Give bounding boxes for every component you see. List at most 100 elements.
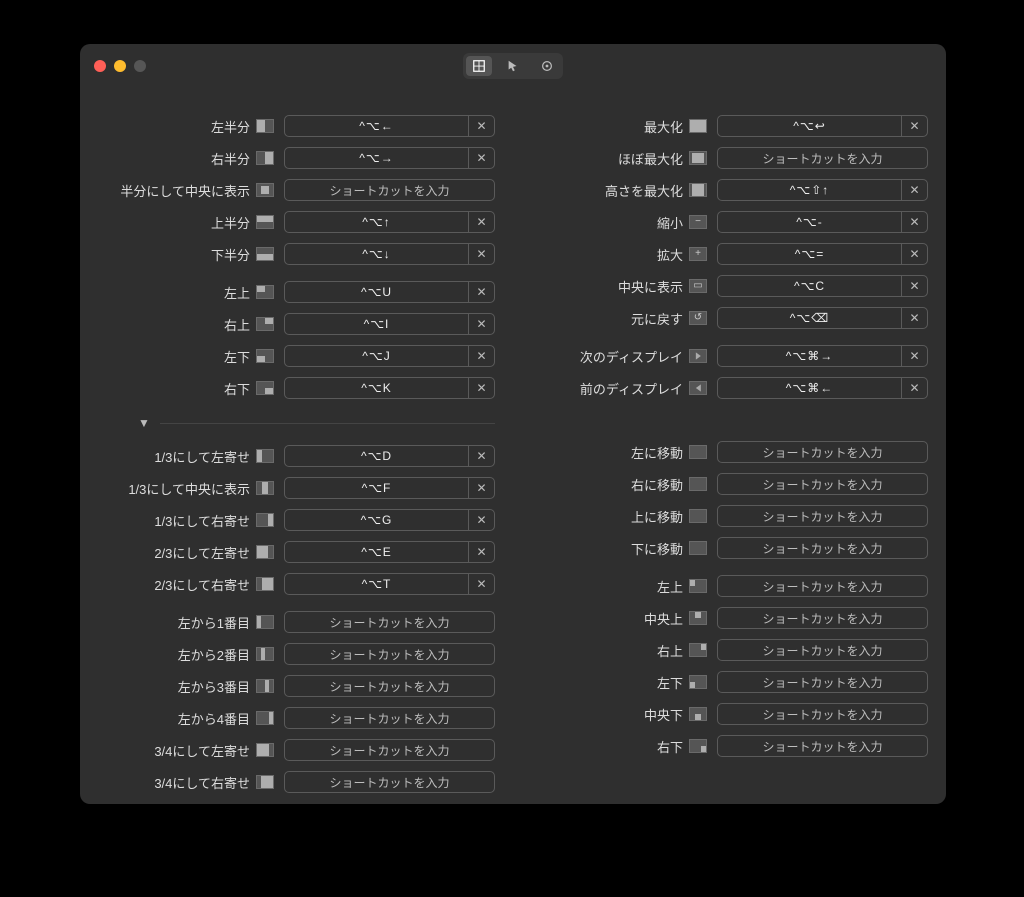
shortcut-recorder[interactable]: ^⌥K✕ <box>284 377 495 399</box>
shortcut-field: ^⌥←✕ <box>284 115 495 137</box>
clear-shortcut-button[interactable]: ✕ <box>468 542 494 562</box>
shortcut-recorder[interactable]: ^⌥D✕ <box>284 445 495 467</box>
clear-shortcut-button[interactable]: ✕ <box>468 478 494 498</box>
clear-shortcut-button[interactable]: ✕ <box>468 314 494 334</box>
shortcut-group: 最大化^⌥↩✕ほぼ最大化ショートカットを入力高さを最大化^⌥⇧↑✕縮小−^⌥-✕… <box>531 114 928 330</box>
clear-shortcut-button[interactable]: ✕ <box>468 148 494 168</box>
row-label-area: 右下 <box>531 737 707 756</box>
shortcut-recorder[interactable]: ショートカットを入力 <box>717 473 928 495</box>
clear-shortcut-button[interactable]: ✕ <box>901 180 927 200</box>
shortcut-recorder[interactable]: ショートカットを入力 <box>717 147 928 169</box>
shortcut-recorder[interactable]: ^⌥↑✕ <box>284 211 495 233</box>
shortcut-row: 高さを最大化^⌥⇧↑✕ <box>531 178 928 202</box>
shortcut-field: ショートカットを入力 <box>284 675 495 697</box>
shortcut-recorder[interactable]: ショートカットを入力 <box>284 771 495 793</box>
shortcut-row: 縮小−^⌥-✕ <box>531 210 928 234</box>
clear-shortcut-button[interactable]: ✕ <box>901 378 927 398</box>
shortcut-field: ショートカットを入力 <box>717 607 928 629</box>
shortcut-recorder[interactable]: ^⌥E✕ <box>284 541 495 563</box>
clear-shortcut-button[interactable]: ✕ <box>468 510 494 530</box>
tab-snapping[interactable] <box>500 56 526 76</box>
zoom-window-button[interactable] <box>134 60 146 72</box>
shortcut-field: ショートカットを入力 <box>717 441 928 463</box>
row-label-area: 中央に表示▭ <box>531 277 707 296</box>
shortcut-recorder[interactable]: ^⌥⌘←✕ <box>717 377 928 399</box>
shortcut-recorder[interactable]: ^⌥U✕ <box>284 281 495 303</box>
shortcut-recorder[interactable]: ショートカットを入力 <box>717 639 928 661</box>
shortcut-recorder[interactable]: ^⌥⇧↑✕ <box>717 179 928 201</box>
shortcut-recorder[interactable]: ショートカットを入力 <box>284 179 495 201</box>
gear-icon <box>540 59 554 73</box>
clear-shortcut-button[interactable]: ✕ <box>468 378 494 398</box>
shortcut-value: ^⌥- <box>718 215 901 229</box>
clear-shortcut-button[interactable]: ✕ <box>901 116 927 136</box>
shortcut-recorder[interactable]: ショートカットを入力 <box>717 735 928 757</box>
g-undo-icon: ↺ <box>689 311 707 325</box>
shortcut-field: ショートカットを入力 <box>717 671 928 693</box>
tab-settings[interactable] <box>534 56 560 76</box>
shortcut-recorder[interactable]: ショートカットを入力 <box>284 643 495 665</box>
shortcut-recorder[interactable]: ^⌥⌫✕ <box>717 307 928 329</box>
shortcut-recorder[interactable]: ショートカットを入力 <box>717 575 928 597</box>
clear-shortcut-button[interactable]: ✕ <box>468 116 494 136</box>
shortcut-recorder[interactable]: ^⌥←✕ <box>284 115 495 137</box>
shortcut-recorder[interactable]: ショートカットを入力 <box>717 671 928 693</box>
shortcut-recorder[interactable]: ^⌥C✕ <box>717 275 928 297</box>
shortcut-recorder[interactable]: ^⌥→✕ <box>284 147 495 169</box>
disclosure-triangle-icon[interactable]: ▼ <box>98 416 150 430</box>
shortcut-recorder[interactable]: ショートカットを入力 <box>284 707 495 729</box>
content-area: 左半分^⌥←✕右半分^⌥→✕半分にして中央に表示ショートカットを入力上半分^⌥↑… <box>80 88 946 804</box>
shortcut-row: 左から1番目ショートカットを入力 <box>98 610 495 634</box>
action-label: 中央に表示 <box>618 277 683 296</box>
shortcut-field: ^⌥F✕ <box>284 477 495 499</box>
shortcut-field: ^⌥↓✕ <box>284 243 495 265</box>
shortcut-recorder[interactable]: ショートカットを入力 <box>717 441 928 463</box>
clear-shortcut-button[interactable]: ✕ <box>901 244 927 264</box>
group-spacer <box>98 596 495 610</box>
shortcut-recorder[interactable]: ショートカットを入力 <box>717 537 928 559</box>
shortcut-recorder[interactable]: ^⌥↩✕ <box>717 115 928 137</box>
shortcut-recorder[interactable]: ショートカットを入力 <box>284 611 495 633</box>
clear-shortcut-button[interactable]: ✕ <box>468 346 494 366</box>
row-label-area: 左から2番目 <box>98 645 274 664</box>
clear-shortcut-button[interactable]: ✕ <box>901 346 927 366</box>
g-top-icon <box>256 215 274 229</box>
shortcut-recorder[interactable]: ^⌥G✕ <box>284 509 495 531</box>
row-label-area: 中央上 <box>531 609 707 628</box>
action-label: 半分にして中央に表示 <box>120 181 250 200</box>
shortcut-recorder[interactable]: ^⌥⌘→✕ <box>717 345 928 367</box>
shortcut-field: ^⌥E✕ <box>284 541 495 563</box>
clear-shortcut-button[interactable]: ✕ <box>468 446 494 466</box>
shortcut-recorder[interactable]: ^⌥↓✕ <box>284 243 495 265</box>
close-window-button[interactable] <box>94 60 106 72</box>
g-sixth-bc-icon <box>689 707 707 721</box>
shortcut-value: ^⌥U <box>285 285 468 299</box>
action-label: 下に移動 <box>631 539 683 558</box>
shortcut-recorder[interactable]: ショートカットを入力 <box>717 703 928 725</box>
clear-shortcut-button[interactable]: ✕ <box>468 244 494 264</box>
clear-shortcut-button[interactable]: ✕ <box>468 574 494 594</box>
shortcut-recorder[interactable]: ^⌥I✕ <box>284 313 495 335</box>
clear-shortcut-button[interactable]: ✕ <box>468 282 494 302</box>
shortcut-recorder[interactable]: ショートカットを入力 <box>284 675 495 697</box>
clear-shortcut-button[interactable]: ✕ <box>901 276 927 296</box>
clear-shortcut-button[interactable]: ✕ <box>901 308 927 328</box>
clear-shortcut-button[interactable]: ✕ <box>901 212 927 232</box>
shortcut-value: ^⌥⇧↑ <box>718 183 901 197</box>
shortcut-recorder[interactable]: ^⌥J✕ <box>284 345 495 367</box>
action-label: 2/3にして左寄せ <box>154 543 250 562</box>
clear-shortcut-button[interactable]: ✕ <box>468 212 494 232</box>
shortcut-recorder[interactable]: ^⌥F✕ <box>284 477 495 499</box>
row-label-area: 右上 <box>531 641 707 660</box>
action-label: 次のディスプレイ <box>580 347 683 366</box>
shortcut-recorder[interactable]: ショートカットを入力 <box>717 505 928 527</box>
minimize-window-button[interactable] <box>114 60 126 72</box>
shortcut-value: ^⌥F <box>285 481 468 495</box>
shortcut-recorder[interactable]: ショートカットを入力 <box>284 739 495 761</box>
shortcut-recorder[interactable]: ^⌥=✕ <box>717 243 928 265</box>
tab-shortcuts[interactable] <box>466 56 492 76</box>
shortcut-recorder[interactable]: ^⌥-✕ <box>717 211 928 233</box>
shortcut-recorder[interactable]: ^⌥T✕ <box>284 573 495 595</box>
group-spacer <box>531 330 928 344</box>
shortcut-recorder[interactable]: ショートカットを入力 <box>717 607 928 629</box>
